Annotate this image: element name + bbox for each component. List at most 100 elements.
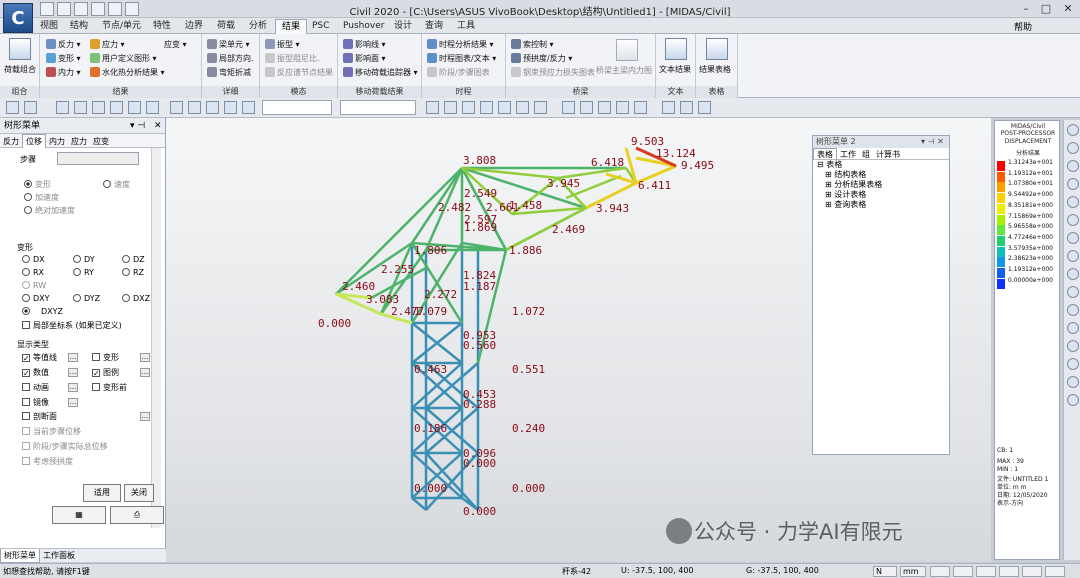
result-table-icon[interactable] xyxy=(706,38,728,60)
pan-icon[interactable] xyxy=(462,101,475,114)
redraw-icon[interactable] xyxy=(634,101,647,114)
tab-pushover[interactable]: Pushover xyxy=(337,19,390,34)
tab-load[interactable]: 荷载 xyxy=(211,19,241,34)
reaction-button[interactable]: 反力 ▾ xyxy=(46,39,81,50)
active-all-icon[interactable] xyxy=(206,101,219,114)
active-previous-icon[interactable] xyxy=(224,101,237,114)
status-toggle-5[interactable] xyxy=(1022,566,1042,577)
tab-stress[interactable]: 应力 xyxy=(68,135,90,148)
iso-view-icon[interactable] xyxy=(1067,232,1079,244)
boundary-display-icon[interactable] xyxy=(698,101,711,114)
active-identity-icon[interactable] xyxy=(242,101,255,114)
tab-work-panel[interactable]: 工作面板 xyxy=(40,549,78,562)
tree-item-structure-tables[interactable]: ⊞ 结构表格 xyxy=(817,170,949,180)
bridge-girder-force-button[interactable]: 桥梁主梁内力图 xyxy=(596,65,652,76)
zoom-in-icon[interactable] xyxy=(1067,124,1079,136)
influence-surface-button[interactable]: 影响面 ▾ xyxy=(343,53,386,64)
tab-structure[interactable]: 结构 xyxy=(64,19,94,34)
strain-button[interactable]: 应变 ▾ xyxy=(164,39,187,50)
select-all-icon[interactable] xyxy=(110,101,123,114)
moment-reduction-button[interactable]: 弯矩折减 xyxy=(207,67,251,78)
spectrum-node-result-button[interactable]: 反应谱节点结果 xyxy=(265,67,333,78)
values-checkbox[interactable]: ✓ 数值 xyxy=(22,367,49,378)
previous-selection-icon[interactable] xyxy=(146,101,159,114)
tab-table[interactable]: 表格 xyxy=(813,148,837,160)
component-dz-radio[interactable]: DZ xyxy=(122,255,145,264)
camber-checkbox[interactable]: 考虑预拱度 xyxy=(22,456,73,467)
length-unit-dropdown[interactable]: mm xyxy=(900,566,926,577)
status-toggle-4[interactable] xyxy=(999,566,1019,577)
component-dxyz-radio[interactable]: DXYZ xyxy=(22,307,63,316)
tab-properties[interactable]: 特性 xyxy=(147,19,177,34)
back-view-icon[interactable] xyxy=(1067,340,1079,352)
tab-design[interactable]: 设计 xyxy=(388,19,418,34)
tab-tree-menu[interactable]: 树形菜单 xyxy=(0,549,40,563)
display-icon[interactable] xyxy=(616,101,629,114)
bottom-view-icon[interactable] xyxy=(1067,268,1079,280)
animate-options-button[interactable]: ... xyxy=(68,383,78,392)
tree-item-design-tables[interactable]: ⊞ 设计表格 xyxy=(817,190,949,200)
text-result-icon[interactable] xyxy=(665,38,687,60)
forward-arrow-icon[interactable] xyxy=(24,101,37,114)
internal-force-button[interactable]: 内力 ▾ xyxy=(46,67,81,78)
time-history-result-button[interactable]: 时程分析结果 ▾ xyxy=(427,39,494,50)
close-button[interactable]: 关闭 xyxy=(124,484,154,502)
component-rw-radio[interactable]: RW xyxy=(22,281,46,290)
activate-icon[interactable] xyxy=(170,101,183,114)
minimize-icon[interactable]: – xyxy=(1016,1,1036,17)
legend-options-button[interactable]: ... xyxy=(140,368,150,377)
perspective-toggle-icon[interactable] xyxy=(1067,394,1079,406)
hidden-icon[interactable] xyxy=(562,101,575,114)
tab-query[interactable]: 查询 xyxy=(419,19,449,34)
panel-pin-icon[interactable]: ▾ ⊣ xyxy=(130,118,145,134)
load-combination-icon[interactable] xyxy=(9,38,31,60)
undeformed-checkbox[interactable]: 变形前 xyxy=(92,382,127,393)
select-icon[interactable] xyxy=(56,101,69,114)
pan-view-icon[interactable] xyxy=(1067,178,1079,190)
component-rx-radio[interactable]: RX xyxy=(22,268,44,277)
component-ry-radio[interactable]: RY xyxy=(73,268,94,277)
named-view-icon[interactable] xyxy=(1067,376,1079,388)
beam-element-button[interactable]: 梁单元 ▾ xyxy=(207,39,250,50)
select-polygon-icon[interactable] xyxy=(92,101,105,114)
tab-reaction[interactable]: 反力 xyxy=(0,135,22,148)
panel2-close-icon[interactable]: ▾ ⊣ ✕ xyxy=(921,136,944,148)
tab-tools[interactable]: 工具 xyxy=(451,19,481,34)
close-icon[interactable]: ✕ xyxy=(1058,1,1078,17)
zoom-out-icon[interactable] xyxy=(1067,142,1079,154)
mirror-options-button[interactable]: ... xyxy=(68,398,78,407)
values-options-button[interactable]: ... xyxy=(68,368,78,377)
cutting-plane-options-button[interactable]: ... xyxy=(140,412,150,421)
top-view-icon[interactable] xyxy=(1067,250,1079,262)
tab-force[interactable]: 内力 xyxy=(46,135,68,148)
perspective-icon[interactable] xyxy=(598,101,611,114)
back-arrow-icon[interactable] xyxy=(6,101,19,114)
tab-node-element[interactable]: 节点/单元 xyxy=(96,19,147,34)
user-defined-graph-button[interactable]: 用户定义图形 ▾ xyxy=(90,53,157,64)
status-toggle-2[interactable] xyxy=(953,566,973,577)
heat-hydration-button[interactable]: 水化热分析结果 ▾ xyxy=(90,67,165,78)
unselect-icon[interactable] xyxy=(128,101,141,114)
table-output-button[interactable]: ▦ xyxy=(52,506,106,524)
angle-view-icon[interactable] xyxy=(1067,358,1079,370)
load-combination-button[interactable]: 荷载组合 xyxy=(4,64,36,75)
shrink-icon[interactable] xyxy=(580,101,593,114)
tab-analysis[interactable]: 分析 xyxy=(243,19,273,34)
tree-item-query-tables[interactable]: ⊞ 查询表格 xyxy=(817,200,949,210)
app-logo[interactable]: C xyxy=(3,3,33,33)
status-toggle-6[interactable] xyxy=(1045,566,1065,577)
cutting-plane-checkbox[interactable]: 剖断面 xyxy=(22,411,57,422)
tab-group[interactable]: 组 xyxy=(859,149,873,160)
contour-checkbox[interactable]: ✓ 等值线 xyxy=(22,352,57,363)
zoom-window-icon[interactable] xyxy=(1067,160,1079,172)
legend-checkbox[interactable]: ✓ 图例 xyxy=(92,367,119,378)
inverse-activate-icon[interactable] xyxy=(188,101,201,114)
tree-item-tables[interactable]: ⊟ 表格 xyxy=(817,160,949,170)
tendon-loss-graph-button[interactable]: 钢束预应力损失图表 xyxy=(511,67,595,78)
help-menu[interactable]: 帮助 xyxy=(1014,20,1032,33)
deformation-button[interactable]: 变形 ▾ xyxy=(46,53,81,64)
current-step-checkbox[interactable]: 当前步骤位移 xyxy=(22,426,81,437)
local-direction-button[interactable]: 局部方向. xyxy=(207,53,254,64)
bridge-girder-force-icon[interactable] xyxy=(616,39,638,61)
filter-dropdown[interactable] xyxy=(340,100,416,115)
